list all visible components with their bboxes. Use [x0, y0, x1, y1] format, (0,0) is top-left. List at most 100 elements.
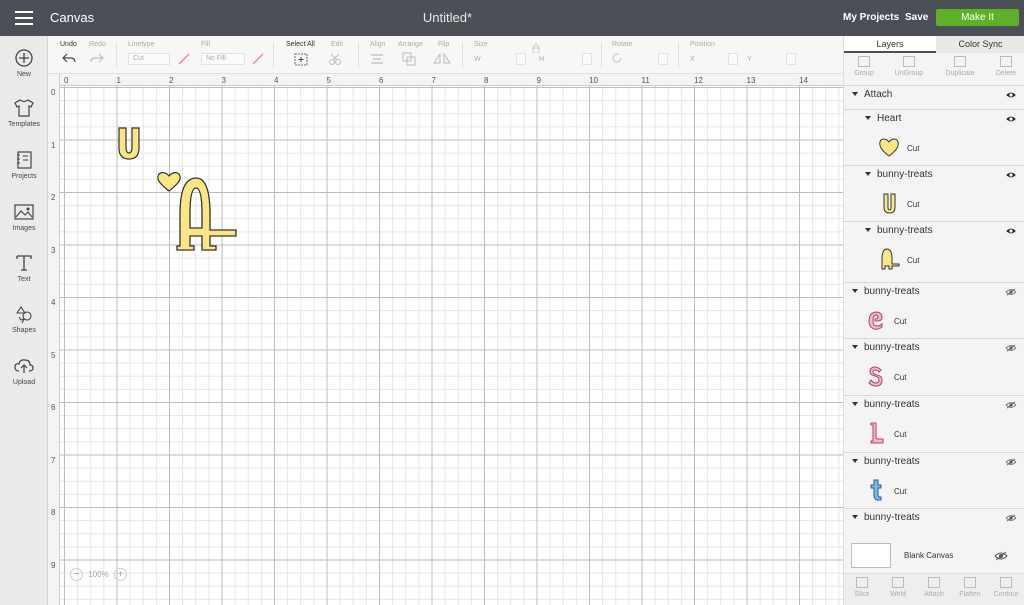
chevron-down-icon[interactable]: [865, 171, 871, 177]
ungroup-button[interactable]: UnGroup: [889, 56, 929, 77]
ruler-top-label: 13: [746, 76, 756, 85]
layer-operation: Cut: [894, 430, 907, 439]
nav-upload[interactable]: Upload: [0, 356, 48, 386]
layer-tools: Group UnGroup Duplicate Delete: [844, 53, 1024, 85]
weld-button[interactable]: Weld: [880, 577, 916, 598]
pos-y-stepper[interactable]: [786, 53, 796, 65]
ruler-left-label: 0: [51, 88, 56, 97]
design-canvas[interactable]: 0 1 2 3 4 5 6 7 8 9 10 11 12 13 14 0123456789 − 100% +: [48, 74, 843, 605]
layers-panel: Layers Color Sync Group UnGroup Duplicat…: [843, 36, 1024, 605]
group-button[interactable]: Group: [844, 56, 884, 77]
divider: [273, 42, 274, 68]
attach-icon: [928, 577, 940, 588]
make-it-button[interactable]: Make It: [936, 9, 1019, 26]
edit-scissors-icon[interactable]: [328, 53, 346, 65]
layer-name: Heart: [877, 113, 902, 124]
chevron-down-icon[interactable]: [852, 91, 858, 97]
size-h-label: H: [539, 56, 545, 63]
layer-row[interactable]: bunny-treats Cut: [844, 282, 1024, 338]
ruler-top-label: 14: [799, 76, 808, 85]
eye-hidden-icon[interactable]: [1005, 344, 1017, 352]
letter-u-shape[interactable]: [114, 125, 144, 161]
align-icon[interactable]: [370, 53, 388, 65]
document-title[interactable]: Untitled*: [0, 10, 895, 25]
attach-button[interactable]: Attach: [916, 577, 952, 598]
layer-row[interactable]: bunny-treats Cut: [844, 165, 1024, 221]
flip-icon[interactable]: [433, 53, 451, 65]
delete-button[interactable]: Delete: [986, 56, 1024, 77]
layer-row[interactable]: bunny-treats Cut: [844, 395, 1024, 452]
save-button[interactable]: Save: [905, 12, 928, 23]
layer-row[interactable]: bunny-treats Cut: [844, 221, 1024, 281]
chevron-down-icon[interactable]: [865, 115, 871, 121]
select-all-icon[interactable]: [294, 53, 308, 66]
rotate-stepper[interactable]: [658, 53, 668, 65]
size-h-stepper[interactable]: [582, 53, 592, 65]
eye-hidden-icon[interactable]: [1005, 458, 1017, 466]
layer-name: bunny-treats: [864, 512, 920, 523]
nav-images[interactable]: Images: [0, 202, 48, 232]
nav-text[interactable]: Text: [0, 253, 48, 283]
eye-hidden-icon[interactable]: [994, 551, 1008, 561]
align-label: Align: [370, 41, 386, 48]
eye-icon[interactable]: [1005, 91, 1017, 99]
arrange-icon[interactable]: [402, 52, 420, 66]
tab-color-sync[interactable]: Color Sync: [936, 36, 1024, 53]
eye-hidden-icon[interactable]: [1005, 401, 1017, 409]
layer-row[interactable]: bunny-treats Cut: [844, 452, 1024, 508]
weld-icon: [892, 577, 904, 588]
redo-icon[interactable]: [90, 53, 104, 64]
fill-label: Fill: [201, 41, 210, 48]
linetype-select[interactable]: Cut: [128, 53, 170, 65]
layer-list: Attach Heart Cut bunny-treats Cut bunny-treat…: [844, 85, 1024, 573]
nav-templates[interactable]: Templates: [0, 98, 48, 128]
chevron-down-icon[interactable]: [852, 344, 858, 350]
eye-hidden-icon[interactable]: [1005, 514, 1017, 522]
flip-label: Flip: [438, 41, 450, 48]
chevron-down-icon[interactable]: [865, 227, 871, 233]
lock-icon[interactable]: [532, 44, 540, 53]
layer-operation: Cut: [894, 373, 907, 382]
tab-layers[interactable]: Layers: [844, 36, 936, 53]
slice-button[interactable]: Slice: [844, 577, 880, 598]
chevron-down-icon[interactable]: [852, 401, 858, 407]
text-icon: [16, 255, 32, 271]
chevron-down-icon[interactable]: [852, 514, 858, 520]
eye-icon[interactable]: [1005, 115, 1017, 123]
nav-new[interactable]: New: [0, 48, 48, 78]
linetype-color-icon[interactable]: [177, 52, 191, 66]
tool-label: Weld: [890, 591, 906, 598]
ruler-left-label: 4: [51, 298, 56, 307]
my-projects-link[interactable]: My Projects: [843, 12, 899, 23]
pos-x-stepper[interactable]: [728, 53, 738, 65]
fill-color-icon[interactable]: [251, 52, 265, 66]
zoom-in-button[interactable]: +: [113, 568, 127, 581]
eye-icon[interactable]: [1005, 171, 1017, 179]
nav-projects[interactable]: Projects: [0, 150, 48, 180]
shapes-icon: [15, 306, 32, 324]
nav-shapes[interactable]: Shapes: [0, 304, 48, 334]
layer-row[interactable]: Attach: [844, 85, 1024, 108]
ruler-left-label: 8: [51, 508, 56, 517]
layer-row[interactable]: bunny-treats Cut: [844, 338, 1024, 395]
rotate-icon[interactable]: [611, 52, 623, 64]
fill-select[interactable]: No Fill: [201, 53, 245, 65]
zoom-out-button[interactable]: −: [70, 568, 83, 581]
tool-label: Contour: [993, 591, 1019, 598]
duplicate-button[interactable]: Duplicate: [940, 56, 980, 77]
chevron-down-icon[interactable]: [852, 458, 858, 464]
ungroup-icon: [903, 56, 915, 67]
eye-icon[interactable]: [1005, 227, 1017, 235]
size-w-stepper[interactable]: [516, 53, 526, 65]
undo-icon[interactable]: [62, 53, 76, 64]
flatten-button[interactable]: Flatten: [952, 577, 988, 598]
layer-row[interactable]: Heart Cut: [844, 109, 1024, 165]
letter-a-shape[interactable]: [172, 174, 240, 254]
blank-canvas-swatch[interactable]: [851, 543, 891, 568]
chevron-down-icon[interactable]: [852, 288, 858, 294]
eye-hidden-icon[interactable]: [1005, 288, 1017, 296]
ruler-top-label: 7: [431, 76, 436, 85]
ruler-top-label: 10: [589, 76, 598, 85]
contour-button[interactable]: Contour: [988, 577, 1024, 598]
divider: [116, 42, 117, 68]
